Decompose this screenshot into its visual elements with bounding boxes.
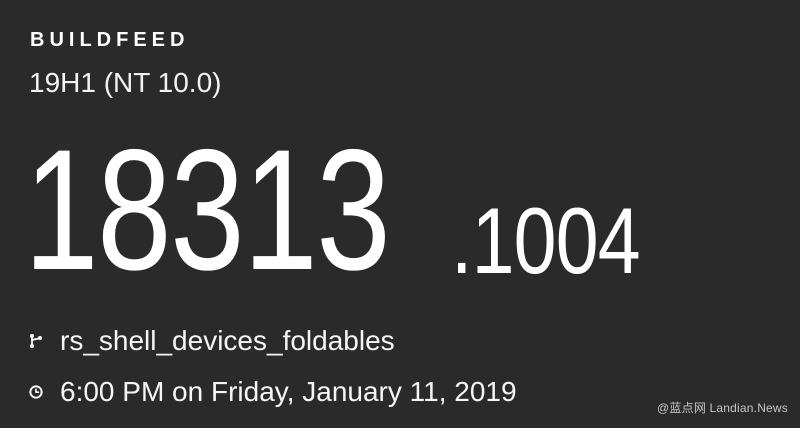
branch-row: rs_shell_devices_foldables <box>28 324 395 358</box>
branch-text: rs_shell_devices_foldables <box>60 325 395 356</box>
branch-icon <box>28 333 44 349</box>
brand-title: BUILDFEED <box>30 29 190 51</box>
compile-time-text: 6:00 PM on Friday, January 11, 2019 <box>60 376 517 407</box>
buildfeed-card: BUILDFEED 19H1 (NT 10.0) 18313 .1004 rs_… <box>0 0 800 428</box>
build-number: 18313 .1004 <box>24 114 681 306</box>
build-major-number: 18313 <box>24 114 391 306</box>
clock-icon <box>28 384 44 400</box>
source-watermark: @蓝点网 Landian.News <box>657 401 788 415</box>
compile-time-row: 6:00 PM on Friday, January 11, 2019 <box>28 375 517 409</box>
build-lab: 19H1 (NT 10.0) <box>29 67 222 98</box>
build-minor-number: .1004 <box>451 188 641 293</box>
